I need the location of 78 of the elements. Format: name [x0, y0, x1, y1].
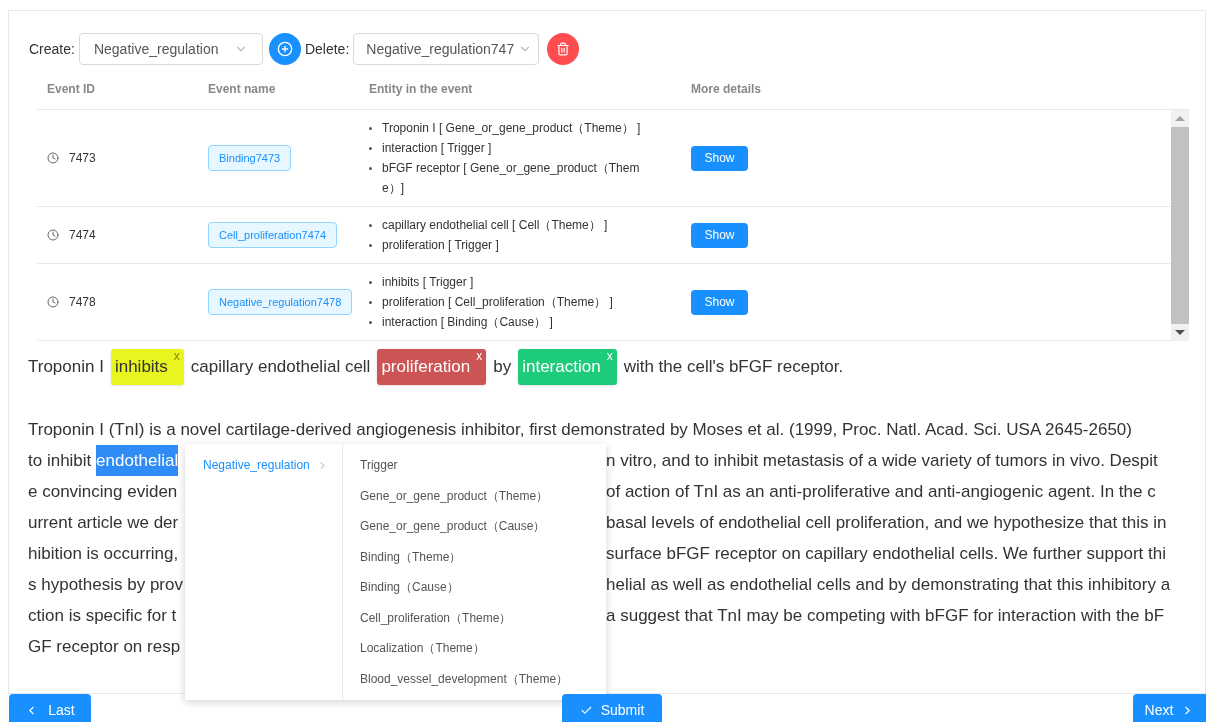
menu-item[interactable]: Binding（Theme）	[360, 545, 569, 576]
clock-icon	[47, 229, 59, 241]
entity-item: proliferation [ Trigger ]	[382, 237, 499, 254]
paragraph-line: ction is specific for t	[28, 605, 177, 627]
next-button[interactable]: Next	[1133, 694, 1206, 722]
bullet-icon	[369, 167, 372, 170]
bullet-icon	[369, 127, 372, 130]
event-id: 7473	[69, 150, 96, 167]
sentence-text: Troponin I	[28, 356, 104, 379]
remove-mark[interactable]: x	[173, 350, 180, 362]
sentence-text: by	[493, 356, 512, 379]
paragraph-line: urrent article we der	[28, 512, 179, 534]
add-icon	[276, 41, 293, 57]
entity-highlight[interactable]: interaction x	[518, 349, 617, 385]
submit-button[interactable]: Submit	[562, 694, 662, 722]
paragraph-line: n vitro, and to inhibit metastasis of a wide variety of tumors in vivo. Despit	[606, 450, 1158, 472]
column-header: More details	[690, 81, 762, 98]
create-label: Create:	[29, 39, 75, 59]
delete-select[interactable]: Negative_regulation747	[353, 33, 540, 65]
clock-icon	[47, 152, 59, 164]
entity-item: capillary endothelial cell [ Cell（Theme） ]	[382, 217, 608, 234]
show-button[interactable]: Show	[691, 289, 748, 315]
event-id: 7478	[69, 294, 96, 311]
trash-icon	[556, 42, 571, 56]
entity-item: bFGF receptor [ Gene_or_gene_product（Theme）]	[382, 160, 641, 197]
entity-highlight[interactable]: proliferation x	[377, 349, 487, 385]
bullet-icon	[369, 301, 372, 304]
create-select[interactable]: Negative_regulation	[78, 33, 263, 65]
menu-item[interactable]: Binding（Cause）	[360, 576, 569, 607]
paragraph-line: of action of TnI as an anti-proliferative and anti-angiogenic agent. In the c	[606, 481, 1156, 503]
menu-item[interactable]: Gene_or_gene_product（Cause）	[360, 515, 569, 546]
event-tag: Cell_proliferation7474	[208, 221, 337, 249]
paragraph-line: GF receptor on resp	[28, 636, 181, 658]
show-button[interactable]: Show	[691, 145, 748, 171]
sentence-text: capillary endothelial cell	[190, 356, 371, 379]
scroll-up-icon	[1175, 116, 1185, 121]
selected-text: endothelial	[96, 445, 179, 476]
bullet-icon	[369, 244, 372, 247]
column-header: Event ID	[46, 81, 96, 98]
delete-label: Delete:	[304, 39, 350, 59]
entity-item: Troponin I [ Gene_or_gene_product（Theme） ]	[382, 120, 641, 137]
menu-item[interactable]: Cell_proliferation（Theme）	[360, 606, 569, 637]
remove-mark[interactable]: x	[606, 350, 613, 362]
paragraph-line: e convincing eviden	[28, 481, 178, 503]
bullet-icon	[369, 147, 372, 150]
clock-icon	[47, 296, 59, 308]
entity-item: interaction [ Binding（Cause） ]	[382, 314, 553, 331]
paragraph-line: basal levels of endothelial cell proliferation, and we hypothesize that this in	[606, 512, 1167, 534]
paragraph-line: hibition is occurring,	[28, 543, 179, 565]
bullet-icon	[369, 281, 372, 284]
menu-item[interactable]: Gene_or_gene_product（Theme）	[360, 484, 569, 515]
menu-parent-item[interactable]: Negative_regulation	[185, 454, 342, 476]
show-button[interactable]: Show	[691, 222, 748, 248]
last-button[interactable]: Last	[9, 694, 91, 722]
paragraph-line: to inhibit	[28, 450, 93, 472]
entity-item: proliferation [ Cell_proliferation（Theme） ]	[382, 294, 613, 311]
bullet-icon	[369, 224, 372, 227]
entity-item: interaction [ Trigger ]	[382, 140, 492, 157]
event-tag: Negative_regulation7478	[208, 288, 353, 316]
bullet-icon	[369, 321, 372, 324]
scroll-down-icon	[1175, 330, 1185, 335]
menu-item[interactable]: Trigger	[360, 454, 569, 485]
paragraph-line: helial as well as endothelial cells and by demonstrating that this inhibitory a	[606, 574, 1171, 596]
event-tag: Binding7473	[208, 144, 292, 172]
entity-highlight[interactable]: inhibits x	[110, 349, 184, 385]
sentence-text: with the cell's bFGF receptor.	[623, 356, 844, 379]
entity-item: inhibits [ Trigger ]	[382, 274, 474, 291]
remove-mark[interactable]: x	[476, 350, 483, 362]
paragraph-line: a suggest that TnI may be competing with bFGF for interaction with the bF	[606, 605, 1165, 627]
add-button[interactable]	[268, 33, 301, 65]
paragraph-line: s hypothesis by prov	[28, 574, 183, 596]
paragraph-line: Troponin I (TnI) is a novel cartilage-derived angiogenesis inhibitor, first demonstrated by Moses et al. (1999, Proc. Natl. Acad. Sci. USA 2645-2650)	[28, 419, 1133, 441]
menu-item[interactable]: Localization（Theme）	[360, 637, 569, 668]
event-id: 7474	[69, 227, 96, 244]
delete-button[interactable]	[547, 33, 580, 65]
column-header: Entity in the event	[368, 81, 474, 98]
paragraph-line: surface bFGF receptor on capillary endothelial cells. We further support thi	[606, 543, 1166, 565]
column-header: Event name	[207, 81, 277, 98]
